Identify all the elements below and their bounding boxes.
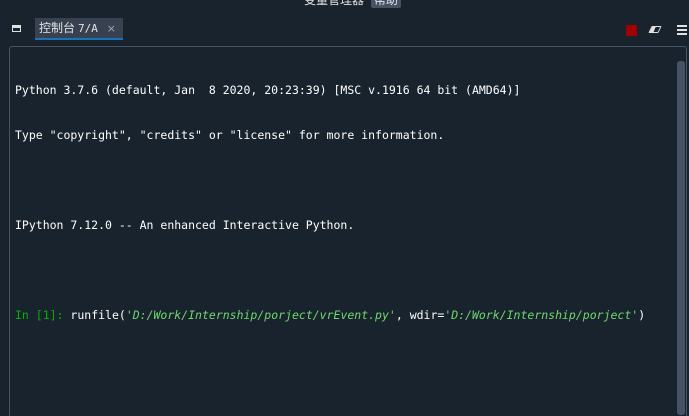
ipython-console-pane: 变量管理器 帮助 控制台 7/A × Python 3.7.6 (default,… xyxy=(0,0,689,416)
tab-console[interactable]: 控制台 7/A × xyxy=(35,18,123,40)
tab-suffix: 7/A xyxy=(78,22,98,35)
console-output-area[interactable]: Python 3.7.6 (default, Jan 8 2020, 20:23… xyxy=(9,46,687,416)
stop-icon[interactable] xyxy=(626,25,637,36)
command-file-arg: 'D:/Work/Internship/porject/vrEvent.py' xyxy=(125,308,396,322)
input-line-1: In [1]: runfile('D:/Work/Internship/porj… xyxy=(15,308,645,323)
console-tab-bar: 控制台 7/A × xyxy=(0,16,689,42)
ipython-banner-line: IPython 7.12.0 -- An enhanced Interactiv… xyxy=(15,218,355,232)
scrollbar-thumb[interactable] xyxy=(677,61,685,415)
tab-title: 控制台 xyxy=(39,21,76,35)
command-wdir-arg: 'D:/Work/Internship/porject' xyxy=(444,308,639,322)
input-prompt: In [1]: xyxy=(15,308,71,322)
dock-icon[interactable] xyxy=(12,25,21,32)
eraser-icon[interactable] xyxy=(648,26,662,33)
top-menu-strip: 变量管理器 帮助 xyxy=(0,0,689,10)
command-separator: , wdir= xyxy=(395,308,445,322)
python-version-line: Python 3.7.6 (default, Jan 8 2020, 20:23… xyxy=(15,83,521,97)
menu-help[interactable]: 帮助 xyxy=(371,0,402,8)
close-icon[interactable]: × xyxy=(107,22,116,35)
tab-console-label: 控制台 7/A xyxy=(39,21,98,36)
menu-variable-manager[interactable]: 变量管理器 xyxy=(301,0,367,8)
info-line: Type "copyright", "credits" or "license"… xyxy=(15,128,445,142)
hamburger-menu-icon[interactable] xyxy=(677,25,687,35)
command-func: runfile( xyxy=(70,308,126,322)
vertical-scrollbar[interactable] xyxy=(676,47,686,416)
console-text: Python 3.7.6 (default, Jan 8 2020, 20:23… xyxy=(15,53,645,353)
command-end: ) xyxy=(638,308,646,322)
